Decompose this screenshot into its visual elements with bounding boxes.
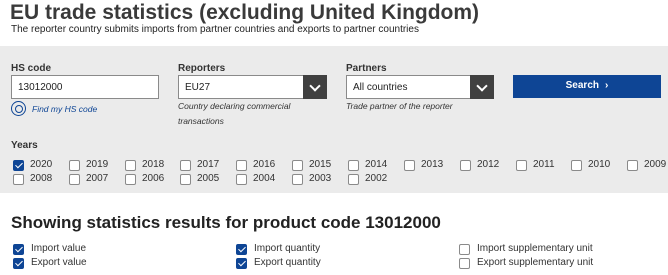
search-button[interactable]: Search › (513, 75, 661, 98)
import-supplementary-unit-checkbox[interactable] (459, 244, 470, 255)
year-checkbox[interactable] (13, 174, 24, 185)
year-checkbox[interactable] (180, 160, 191, 171)
search-button-label: Search (565, 80, 599, 91)
year-label: 2002 (365, 173, 388, 184)
import-value-checkbox[interactable] (13, 244, 24, 255)
import-quantity-label: Import quantity (254, 243, 321, 254)
year-checkbox[interactable] (627, 160, 638, 171)
year-label: 2006 (142, 173, 165, 184)
hs-code-label: HS code (11, 63, 52, 74)
year-label: 2005 (197, 173, 220, 184)
year-label: 2012 (477, 159, 500, 170)
year-checkbox[interactable] (69, 174, 80, 185)
year-checkbox[interactable] (69, 160, 80, 171)
year-label: 2019 (86, 159, 109, 170)
results-title: Showing statistics results for product c… (11, 213, 441, 232)
year-checkbox[interactable] (571, 160, 582, 171)
year-checkbox[interactable] (13, 160, 24, 171)
reporters-label: Reporters (178, 63, 226, 74)
year-checkbox[interactable] (516, 160, 527, 171)
year-label: 2015 (309, 159, 332, 170)
search-form-panel (0, 46, 668, 193)
partners-label: Partners (346, 63, 387, 74)
year-label: 2016 (253, 159, 276, 170)
year-checkbox[interactable] (348, 160, 359, 171)
year-checkbox[interactable] (125, 160, 136, 171)
year-label: 2017 (197, 159, 220, 170)
year-label: 2003 (309, 173, 332, 184)
page-subtitle: The reporter country submits imports fro… (11, 24, 419, 35)
year-checkbox[interactable] (292, 160, 303, 171)
reporters-note-line1: Country declaring commercial (178, 101, 291, 111)
export-value-label: Export value (31, 257, 87, 268)
year-checkbox[interactable] (236, 174, 247, 185)
year-label: 2010 (588, 159, 611, 170)
year-label: 2004 (253, 173, 276, 184)
year-label: 2007 (86, 173, 109, 184)
export-quantity-checkbox[interactable] (236, 258, 247, 269)
year-checkbox[interactable] (292, 174, 303, 185)
export-supplementary-unit-checkbox[interactable] (459, 258, 470, 269)
year-checkbox[interactable] (404, 160, 415, 171)
export-quantity-label: Export quantity (254, 257, 321, 268)
reporters-select[interactable]: EU27 (178, 75, 327, 99)
year-label: 2008 (30, 173, 53, 184)
import-value-label: Import value (31, 243, 87, 254)
partners-select[interactable]: All countries (346, 75, 494, 99)
import-supplementary-unit-label: Import supplementary unit (477, 243, 593, 254)
page-title: EU trade statistics (excluding United Ki… (10, 1, 480, 24)
partners-selected-value: All countries (353, 82, 408, 93)
reporters-note: Country declaring commercial transaction… (178, 99, 290, 129)
year-checkbox[interactable] (236, 160, 247, 171)
year-checkbox[interactable] (460, 160, 471, 171)
year-checkbox[interactable] (348, 174, 359, 185)
chevron-down-icon[interactable] (470, 75, 494, 99)
year-checkbox[interactable] (180, 174, 191, 185)
year-label: 2009 (644, 159, 667, 170)
help-icon[interactable] (11, 101, 26, 116)
year-checkbox[interactable] (125, 174, 136, 185)
year-label: 2018 (142, 159, 165, 170)
year-label: 2011 (533, 159, 555, 170)
years-label: Years (11, 140, 38, 151)
chevron-down-icon[interactable] (303, 75, 327, 99)
export-supplementary-unit-label: Export supplementary unit (477, 257, 594, 268)
hs-code-input[interactable]: 13012000 (11, 75, 159, 99)
reporters-note-line2: transactions (178, 116, 224, 126)
reporters-selected-value: EU27 (185, 82, 211, 93)
year-label: 2013 (421, 159, 444, 170)
partners-note: Trade partner of the reporter (346, 101, 453, 111)
import-quantity-checkbox[interactable] (236, 244, 247, 255)
chevron-right-icon: › (605, 80, 609, 91)
year-label: 2014 (365, 159, 388, 170)
year-label: 2020 (30, 159, 53, 170)
find-hs-code-link[interactable]: Find my HS code (32, 104, 97, 114)
export-value-checkbox[interactable] (13, 258, 24, 269)
